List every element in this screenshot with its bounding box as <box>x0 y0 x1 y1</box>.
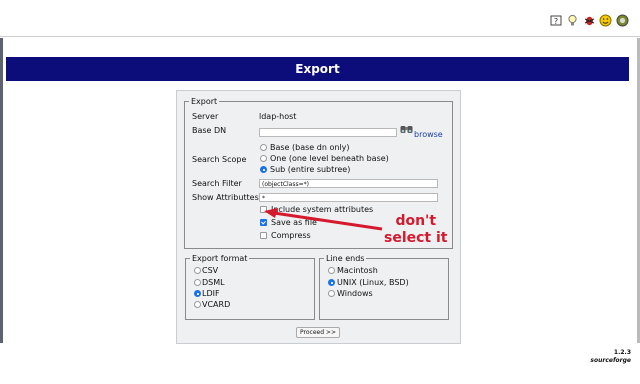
annotation-text: don't select it <box>384 213 447 247</box>
smiley-icon[interactable] <box>599 14 612 27</box>
show-attributes-input[interactable]: * <box>259 193 438 202</box>
bug-icon[interactable] <box>583 14 596 27</box>
browse-link[interactable]: browse <box>414 130 443 139</box>
line-ends-windows-label: Windows <box>337 289 373 298</box>
format-dsml-radio[interactable] <box>194 279 201 286</box>
server-label: Server <box>192 112 219 121</box>
scope-one-radio[interactable] <box>260 155 267 162</box>
line-ends-macintosh-label: Macintosh <box>337 266 378 275</box>
proceed-button[interactable]: Proceed >> <box>296 327 340 338</box>
version-text: 1.2.3 <box>613 349 631 356</box>
scope-one-label: One (one level beneath base) <box>270 154 389 163</box>
line-ends-fieldset: Line ends <box>319 254 449 320</box>
help-icon[interactable]: ? <box>550 14 563 27</box>
base-dn-input[interactable] <box>259 128 397 137</box>
search-scope-label: Search Scope <box>192 155 247 164</box>
export-format-fieldset: Export format <box>185 254 315 320</box>
line-ends-macintosh-radio[interactable] <box>328 267 335 274</box>
format-vcard-radio[interactable] <box>194 301 201 308</box>
annotation-line-1: don't <box>395 213 437 229</box>
svg-text:?: ? <box>554 17 558 26</box>
search-filter-label: Search Filter <box>192 179 242 188</box>
top-divider <box>0 36 640 37</box>
page-title: Export <box>6 57 629 81</box>
sourceforge-logo[interactable]: sourceforge <box>590 357 631 364</box>
bulb-icon[interactable] <box>566 14 579 27</box>
server-value: ldap-host <box>259 112 297 121</box>
scope-base-radio[interactable] <box>260 144 267 151</box>
scope-sub-label: Sub (entire subtree) <box>270 165 351 174</box>
format-vcard-label: VCARD <box>202 300 231 309</box>
line-ends-windows-radio[interactable] <box>328 290 335 297</box>
binoculars-icon[interactable] <box>400 124 413 135</box>
base-dn-label: Base DN <box>192 126 227 135</box>
export-format-legend: Export format <box>192 254 248 263</box>
scope-sub-radio[interactable] <box>260 166 267 173</box>
line-ends-unix-radio[interactable] <box>328 279 335 286</box>
format-ldif-label: LDIF <box>202 289 220 298</box>
format-ldif-radio[interactable] <box>194 290 201 297</box>
line-ends-legend: Line ends <box>326 254 365 263</box>
annotation-arrow <box>264 208 383 231</box>
annotation-line-2: select it <box>384 230 448 246</box>
export-legend: Export <box>191 97 218 106</box>
search-filter-input[interactable]: (objectClass=*) <box>259 179 438 188</box>
line-ends-unix-label: UNIX (Linux, BSD) <box>337 278 409 287</box>
format-csv-label: CSV <box>202 266 219 275</box>
format-csv-radio[interactable] <box>194 267 201 274</box>
show-attributes-label: Show Attributtes <box>192 193 259 202</box>
scope-base-label: Base (base dn only) <box>270 143 350 152</box>
sourceforge-icon[interactable] <box>616 14 629 27</box>
format-dsml-label: DSML <box>202 278 225 287</box>
